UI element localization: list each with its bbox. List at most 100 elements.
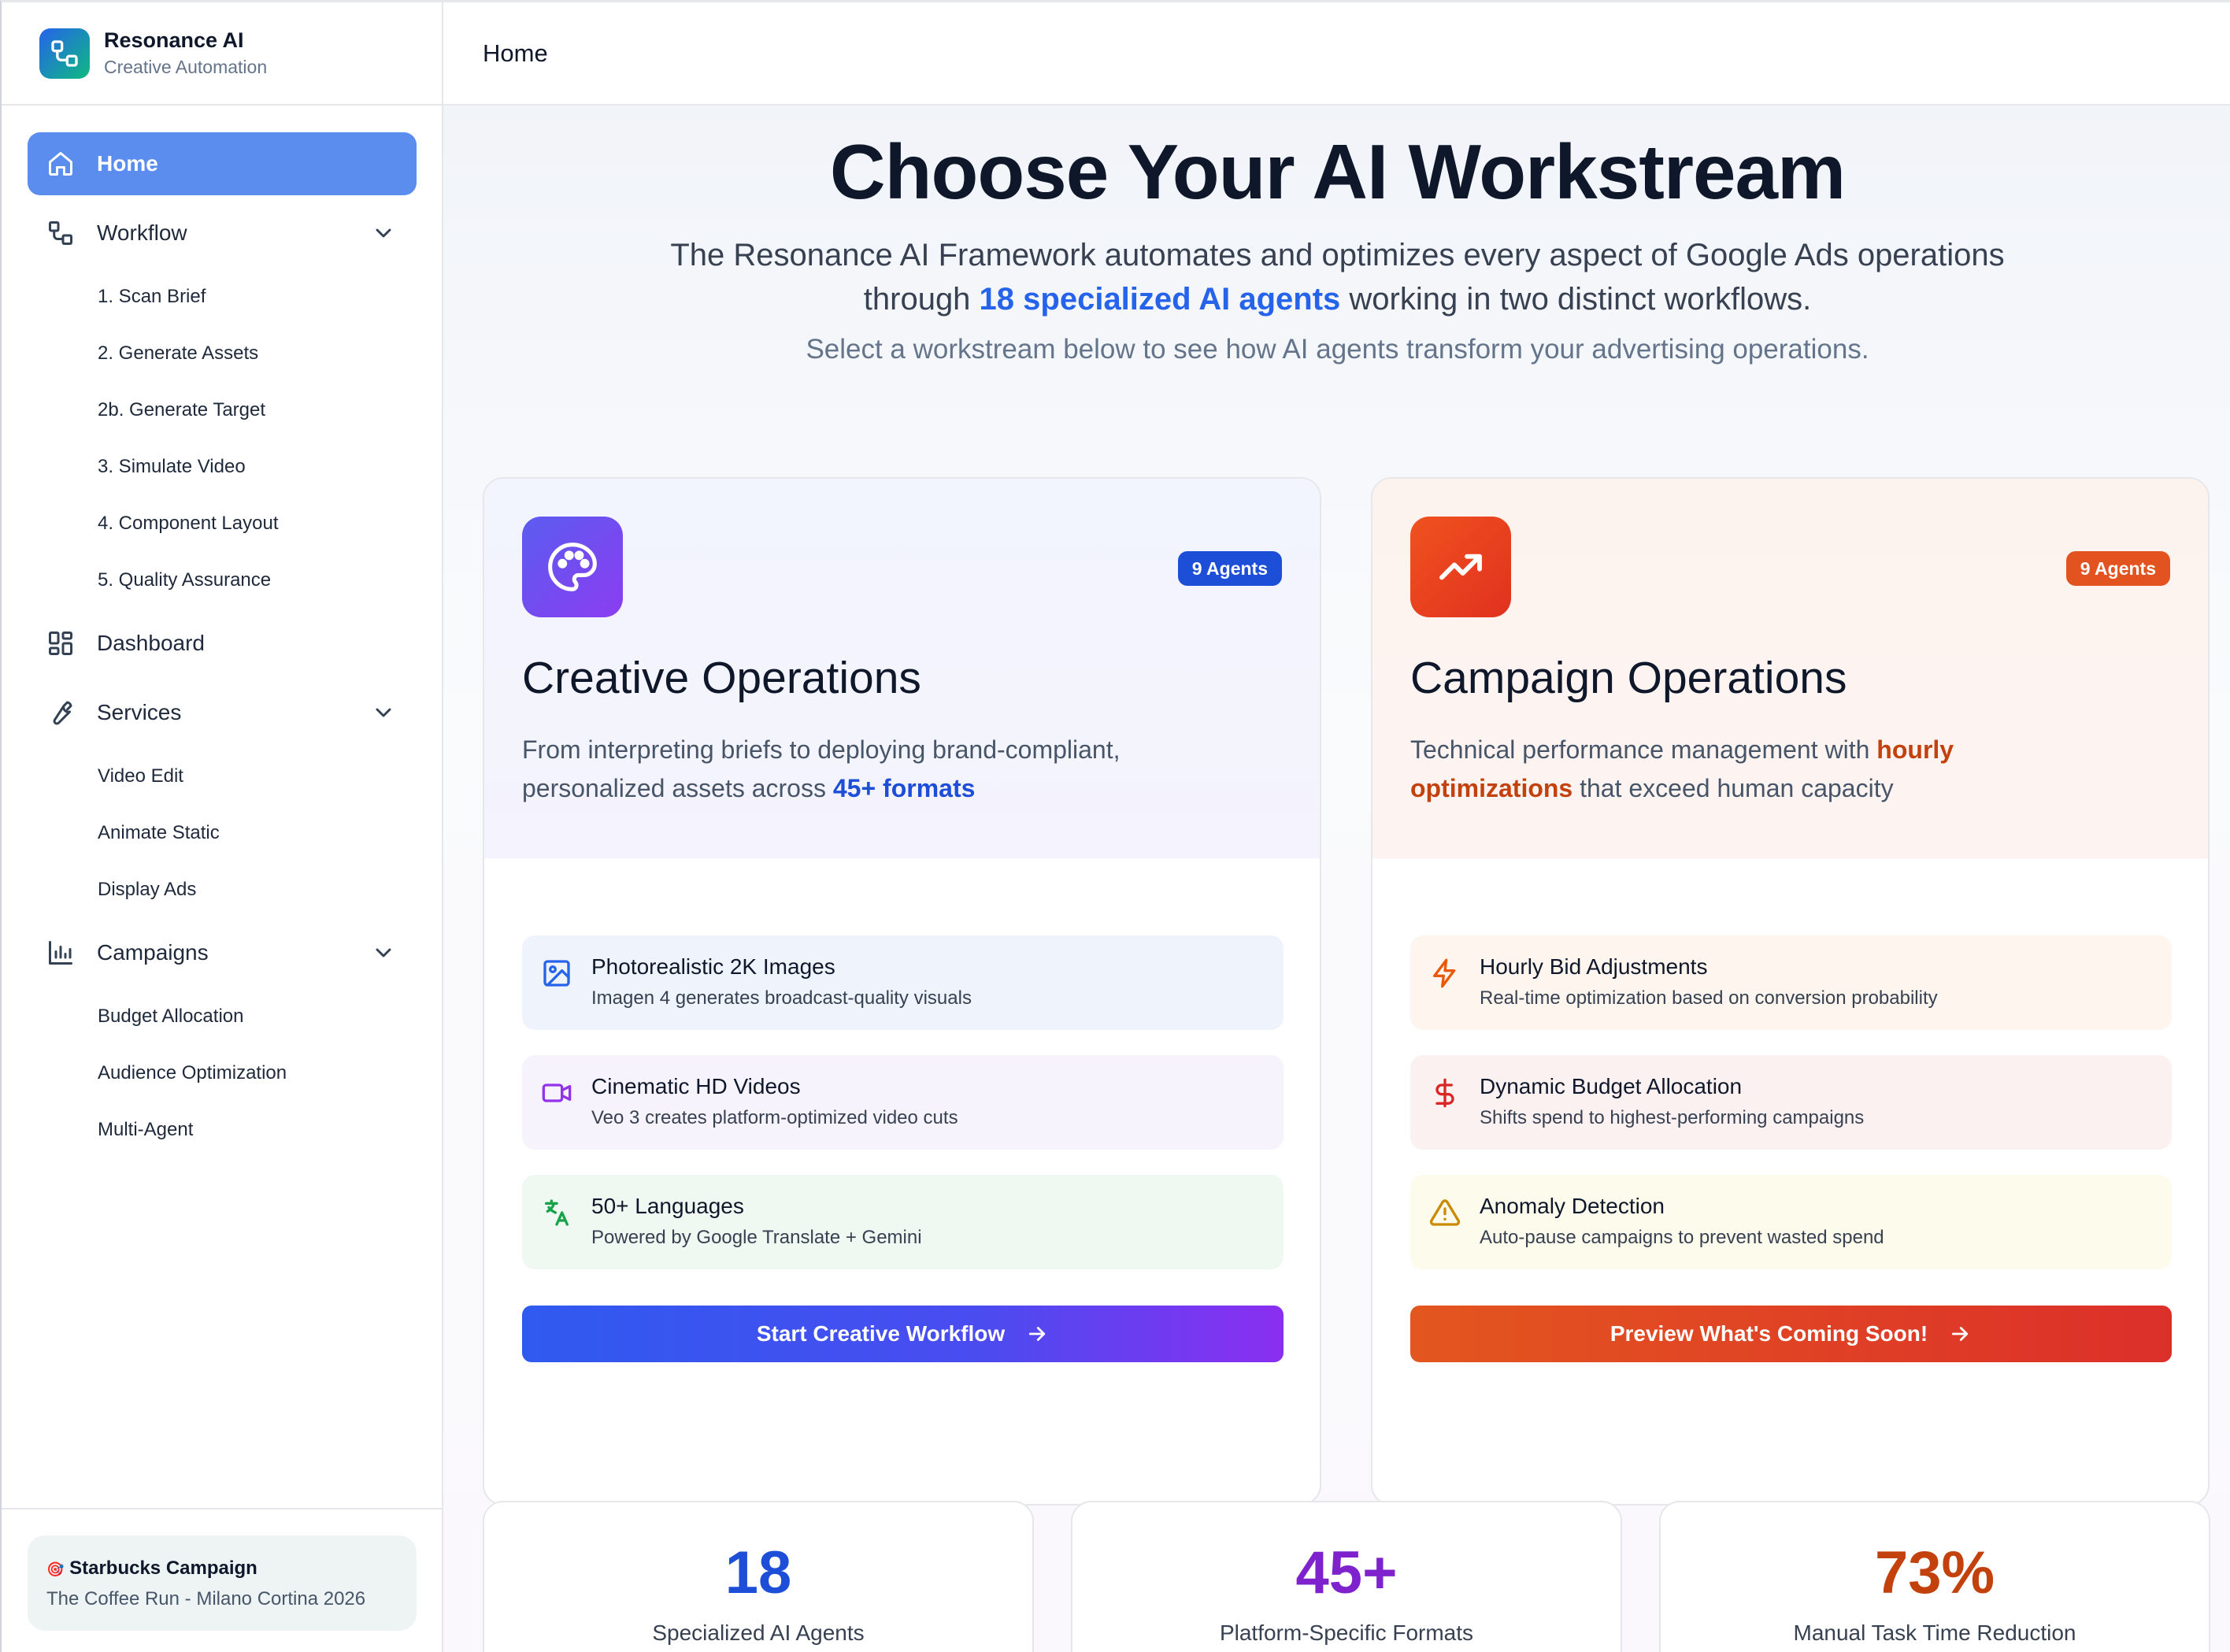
hero-description: The Resonance AI Framework automates and…	[443, 233, 2230, 321]
agents-highlight: 18 specialized AI agents	[979, 282, 1341, 317]
brand-logo-icon	[39, 28, 90, 79]
wrench-icon	[45, 697, 76, 728]
sidebar-item-home[interactable]: Home	[28, 132, 417, 195]
feature-item: Hourly Bid Adjustments Real-time optimiz…	[1410, 935, 2172, 1030]
sidebar-subitem-scan-brief[interactable]: 1. Scan Brief	[98, 281, 206, 313]
dollar-icon	[1435, 1078, 1454, 1108]
lightning-icon	[1433, 958, 1456, 988]
app-window: Resonance AI Creative Automation Home Wo…	[0, 0, 2230, 1652]
image-icon	[543, 960, 570, 987]
feature-subtitle: Powered by Google Translate + Gemini	[591, 1227, 922, 1248]
card-description-text: Technical performance management with	[1410, 735, 1877, 764]
sidebar: Resonance AI Creative Automation Home Wo…	[2, 2, 443, 1652]
sidebar-item-label: Services	[97, 700, 182, 724]
hero-title: Choose Your AI Workstream	[829, 128, 1846, 215]
feature-item: Photorealistic 2K Images Imagen 4 genera…	[522, 935, 1284, 1030]
arrow-right-icon	[1952, 1327, 1969, 1341]
button-label: Start Creative Workflow	[756, 1321, 1006, 1346]
workflow-icon	[45, 217, 76, 249]
card-header: 9 Agents Campaign Operations Technical p…	[1372, 479, 2208, 858]
video-icon	[542, 1083, 572, 1102]
button-label: Preview What's Coming Soon!	[1610, 1321, 1928, 1346]
home-content: Choose Your AI Workstream The Resonance …	[443, 106, 2230, 1652]
stat-value: 45+	[1295, 1539, 1398, 1606]
target-icon: 🎯	[46, 1561, 65, 1577]
sidebar-subitem-generate-target[interactable]: 2b. Generate Target	[98, 394, 265, 426]
sidebar-subitem-quality-assurance[interactable]: 5. Quality Assurance	[98, 565, 271, 596]
hero-description-line2: through 18 specialized AI agents working…	[443, 277, 2230, 321]
palette-icon	[522, 517, 623, 617]
chevron-down-icon[interactable]	[371, 940, 396, 965]
sidebar-subitem-video-edit[interactable]: Video Edit	[98, 761, 183, 792]
feature-title: Anomaly Detection	[1480, 1194, 1665, 1218]
stat-card-formats: 45+ Platform-Specific Formats	[1071, 1501, 1622, 1652]
sidebar-item-services[interactable]: Services	[28, 681, 417, 744]
stat-label: Manual Task Time Reduction	[1793, 1621, 2076, 1645]
sidebar-subitem-animate-static[interactable]: Animate Static	[98, 817, 220, 849]
agents-badge: 9 Agents	[1177, 551, 1282, 586]
feature-item: 50+ Languages Powered by Google Translat…	[522, 1175, 1284, 1269]
dashboard-icon	[45, 628, 76, 659]
card-description-text: From interpreting briefs to deploying br…	[522, 735, 1121, 802]
campaign-name: Starbucks Campaign	[69, 1558, 257, 1579]
preview-coming-soon-button[interactable]: Preview What's Coming Soon!	[1410, 1306, 2172, 1362]
arrow-right-icon	[1029, 1327, 1046, 1341]
translate-icon	[545, 1199, 569, 1226]
home-icon	[45, 148, 76, 180]
sidebar-item-workflow[interactable]: Workflow	[28, 202, 417, 265]
stat-card-time-reduction: 73% Manual Task Time Reduction	[1659, 1501, 2210, 1652]
campaign-operations-card[interactable]: 9 Agents Campaign Operations Technical p…	[1371, 477, 2210, 1506]
sidebar-subitem-multi-agent[interactable]: Multi-Agent	[98, 1114, 193, 1146]
main-area: Home Choose Your AI Workstream The Reson…	[443, 2, 2230, 1652]
feature-item: Cinematic HD Videos Veo 3 creates platfo…	[522, 1055, 1284, 1150]
sidebar-subitem-component-layout[interactable]: 4. Component Layout	[98, 508, 279, 539]
chevron-down-icon[interactable]	[371, 220, 396, 246]
sidebar-item-label: Campaigns	[97, 940, 209, 965]
campaign-card-title: 🎯 Starbucks Campaign	[46, 1554, 398, 1583]
chevron-down-icon[interactable]	[371, 700, 396, 725]
trending-up-icon	[1410, 517, 1511, 617]
hero-subtitle: Select a workstream below to see how AI …	[806, 334, 1869, 365]
warning-icon	[1429, 1199, 1461, 1226]
card-description: Technical performance management with ho…	[1410, 731, 2119, 808]
stat-card-agents: 18 Specialized AI Agents	[483, 1501, 1034, 1652]
top-bar: Home	[443, 2, 2230, 106]
feature-title: Hourly Bid Adjustments	[1480, 954, 1708, 979]
feature-item: Dynamic Budget Allocation Shifts spend t…	[1410, 1055, 2172, 1150]
sidebar-item-label: Dashboard	[97, 631, 205, 655]
hero-text: through	[863, 282, 980, 317]
sidebar-subitem-simulate-video[interactable]: 3. Simulate Video	[98, 451, 246, 483]
stat-value: 73%	[1874, 1539, 1995, 1606]
campaign-subtitle: The Coffee Run - Milano Cortina 2026	[46, 1588, 366, 1609]
sidebar-subitem-budget-allocation[interactable]: Budget Allocation	[98, 1001, 243, 1032]
feature-title: 50+ Languages	[591, 1194, 744, 1218]
feature-title: Cinematic HD Videos	[591, 1074, 801, 1098]
card-description: From interpreting briefs to deploying br…	[522, 731, 1231, 808]
brand-subtitle: Creative Automation	[104, 56, 268, 77]
brand[interactable]: Resonance AI Creative Automation	[2, 2, 442, 106]
agents-badge: 9 Agents	[2065, 551, 2170, 586]
sidebar-item-label: Workflow	[97, 220, 187, 245]
feature-subtitle: Imagen 4 generates broadcast-quality vis…	[591, 987, 972, 1009]
sidebar-subitem-display-ads[interactable]: Display Ads	[98, 874, 196, 906]
creative-operations-card[interactable]: 9 Agents Creative Operations From interp…	[483, 477, 1321, 1506]
feature-item: Anomaly Detection Auto-pause campaigns t…	[1410, 1175, 2172, 1269]
start-creative-workflow-button[interactable]: Start Creative Workflow	[522, 1306, 1284, 1362]
sidebar-divider	[2, 1508, 442, 1509]
active-campaign-card[interactable]: 🎯 Starbucks Campaign The Coffee Run - Mi…	[28, 1535, 417, 1631]
sidebar-item-label: Home	[97, 151, 158, 176]
hero-description-line1: The Resonance AI Framework automates and…	[670, 238, 2005, 272]
feature-subtitle: Real-time optimization based on conversi…	[1480, 987, 1938, 1009]
feature-subtitle: Auto-pause campaigns to prevent wasted s…	[1480, 1227, 1884, 1248]
stat-value: 18	[724, 1539, 792, 1606]
sidebar-item-dashboard[interactable]: Dashboard	[28, 612, 417, 675]
formats-highlight: 45+ formats	[832, 774, 976, 802]
sidebar-subitem-audience-optimization[interactable]: Audience Optimization	[98, 1058, 287, 1089]
sidebar-subitem-generate-assets[interactable]: 2. Generate Assets	[98, 338, 258, 369]
feature-title: Dynamic Budget Allocation	[1480, 1074, 1743, 1098]
feature-subtitle: Shifts spend to highest-performing campa…	[1480, 1107, 1865, 1128]
brand-name: Resonance AI	[104, 28, 244, 52]
sidebar-item-campaigns[interactable]: Campaigns	[28, 921, 417, 984]
card-title: Campaign Operations	[1410, 653, 1847, 703]
bar-chart-icon	[45, 937, 76, 969]
